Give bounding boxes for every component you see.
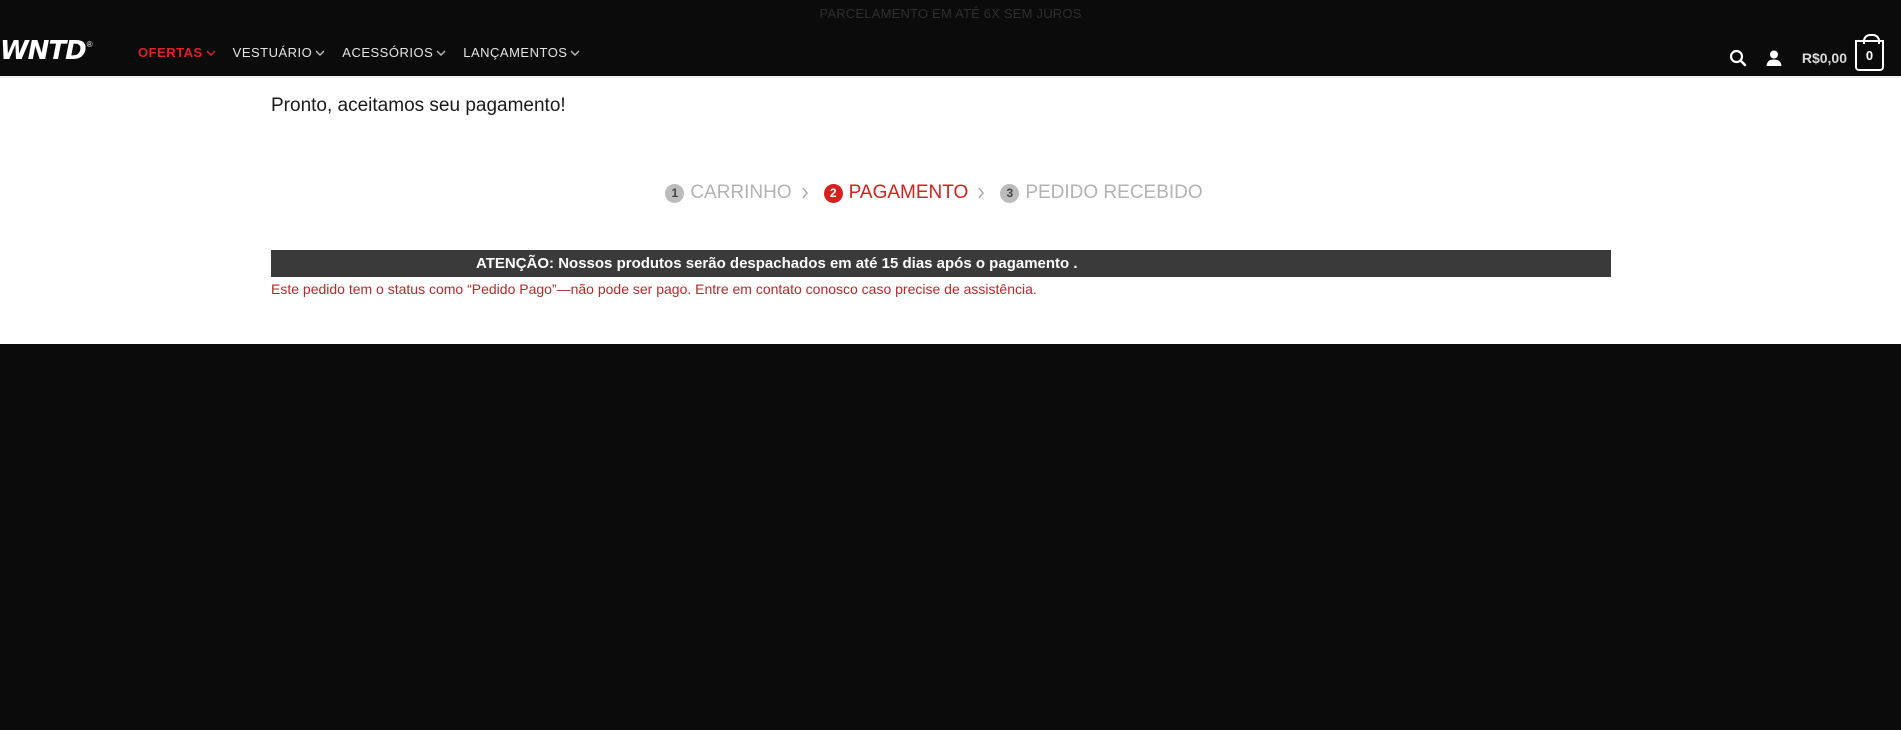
checkout-steps: 1 CARRINHO 2 PAGAMENTO 3 PEDIDO RECEBIDO <box>0 182 1901 204</box>
chevron-right-icon <box>801 187 809 199</box>
chevron-down-icon <box>206 50 216 56</box>
nav-item-label: OFERTAS <box>138 45 203 60</box>
chevron-down-icon <box>315 50 325 56</box>
logo-registered-mark: ® <box>86 39 93 49</box>
account-button[interactable] <box>1764 48 1784 68</box>
search-button[interactable] <box>1728 48 1748 68</box>
step-label: CARRINHO <box>690 182 792 203</box>
nav-item-ofertas[interactable]: OFERTAS <box>138 45 216 60</box>
step-label: PAGAMENTO <box>848 182 969 203</box>
main-content: Pronto, aceitamos seu pagamento! 1 CARRI… <box>0 76 1901 344</box>
cart-total[interactable]: R$0,00 <box>1802 50 1847 66</box>
step-number: 3 <box>1000 183 1020 203</box>
promo-bar: PARCELAMENTO EM ATÉ 6X SEM JUROS <box>0 0 1901 28</box>
chevron-down-icon <box>436 50 446 56</box>
cart-button[interactable]: 0 <box>1855 34 1884 71</box>
logo-text: WNTD <box>0 36 87 66</box>
order-status-message: Este pedido tem o status como “Pedido Pa… <box>271 281 1037 297</box>
step-payment: 2 PAGAMENTO <box>823 182 969 204</box>
chevron-down-icon <box>570 50 580 56</box>
payment-confirmation: Pronto, aceitamos seu pagamento! <box>271 95 566 116</box>
nav-item-lancamentos[interactable]: LANÇAMENTOS <box>463 45 580 60</box>
step-number: 1 <box>665 183 685 203</box>
chevron-right-icon <box>977 187 985 199</box>
step-label: PEDIDO RECEBIDO <box>1025 182 1203 203</box>
step-number: 2 <box>823 183 843 203</box>
shipping-notice: ATENÇÃO: Nossos produtos serão despachad… <box>271 250 1611 277</box>
step-order-received: 3 PEDIDO RECEBIDO <box>1000 182 1203 204</box>
nav-item-label: VESTUÁRIO <box>232 45 313 60</box>
site-header: WNTD ® OFERTAS VESTUÁRIO ACESSÓRIOS LANÇ… <box>0 28 1901 76</box>
brand-logo[interactable]: WNTD ® <box>0 36 93 66</box>
nav-item-acessorios[interactable]: ACESSÓRIOS <box>342 45 446 60</box>
main-nav: OFERTAS VESTUÁRIO ACESSÓRIOS LANÇAMENTOS <box>138 45 597 60</box>
nav-item-label: LANÇAMENTOS <box>463 45 568 60</box>
header-actions: R$0,00 0 <box>1728 34 1884 71</box>
nav-item-vestuario[interactable]: VESTUÁRIO <box>233 45 326 60</box>
step-cart[interactable]: 1 CARRINHO <box>665 182 792 204</box>
user-icon <box>1766 50 1782 66</box>
nav-item-label: ACESSÓRIOS <box>342 45 434 60</box>
shipping-notice-text: ATENÇÃO: Nossos produtos serão despachad… <box>476 255 1078 272</box>
promo-text: PARCELAMENTO EM ATÉ 6X SEM JUROS <box>819 6 1082 21</box>
search-icon <box>1729 49 1747 66</box>
